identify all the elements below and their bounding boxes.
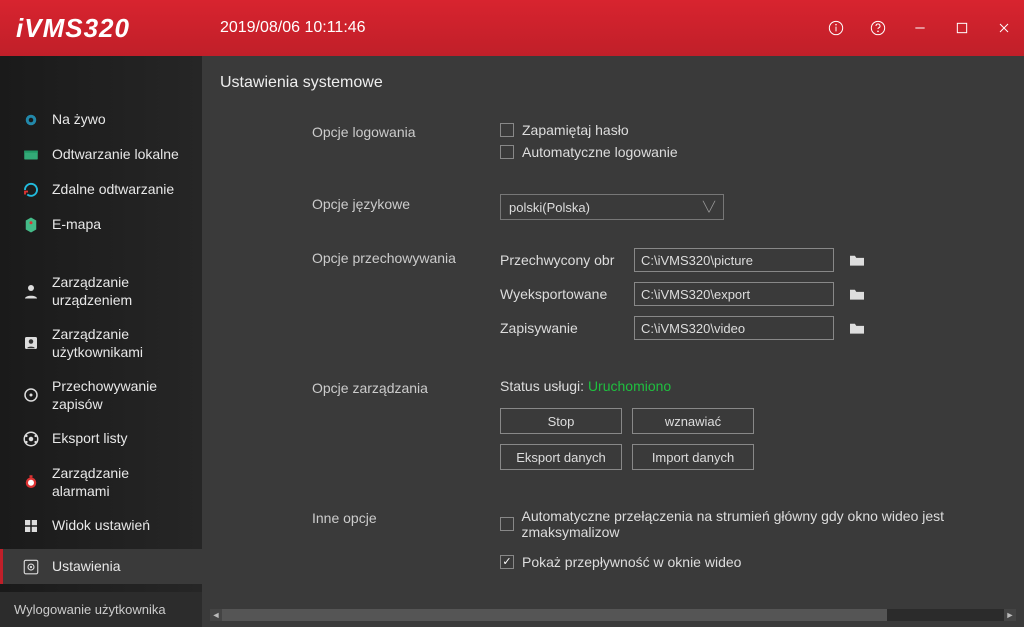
sidebar-item-label: Widok ustawień [52, 516, 150, 534]
sidebar-item-label: Przechowywanie zapisów [52, 377, 190, 413]
sidebar-item-export-list[interactable]: Eksport listy [0, 421, 202, 456]
minimize-icon[interactable] [910, 18, 930, 38]
show-bitrate-label: Pokaż przepływność w oknie wideo [522, 554, 741, 570]
captured-label: Przechwycony obr [500, 252, 620, 268]
import-data-button[interactable]: Import danych [632, 444, 754, 470]
gear-icon [22, 558, 40, 576]
close-icon[interactable] [994, 18, 1014, 38]
film-icon [22, 146, 40, 164]
language-select[interactable]: polski(Polska) ╲╱ [500, 194, 724, 220]
service-status: Status usługi: Uruchomiono [500, 378, 1024, 394]
eye-icon [22, 111, 40, 129]
scrollbar-thumb[interactable] [222, 609, 887, 621]
datetime: 2019/08/06 10:11:46 [220, 19, 366, 37]
folder-icon[interactable] [848, 321, 866, 335]
app-title: iVMS320 [16, 13, 130, 44]
page-title: Ustawienia systemowe [202, 56, 1024, 92]
sidebar-item-label: Zarządzanie alarmami [52, 464, 190, 500]
sidebar: Na żywo Odtwarzanie lokalne Zdalne odtwa… [0, 56, 202, 627]
user-icon [22, 282, 40, 300]
section-label-other: Inne opcje [312, 508, 500, 576]
logout-button[interactable]: Wylogowanie użytkownika [0, 592, 202, 627]
sidebar-item-label: Zarządzanie użytkownikami [52, 325, 190, 361]
map-icon [22, 216, 40, 234]
chevron-down-icon: ╲╱ [703, 202, 715, 213]
sidebar-item-label: Eksport listy [52, 429, 127, 447]
logout-label: Wylogowanie użytkownika [14, 602, 166, 617]
autoswitch-label: Automatyczne przełączenia na strumień gł… [522, 508, 1024, 540]
sidebar-item-device-mgmt[interactable]: Zarządzanie urządzeniem [0, 265, 202, 317]
sidebar-item-label: Zarządzanie urządzeniem [52, 273, 190, 309]
sidebar-item-local-playback[interactable]: Odtwarzanie lokalne [0, 137, 202, 172]
sidebar-item-user-mgmt[interactable]: Zarządzanie użytkownikami [0, 317, 202, 369]
sidebar-item-record-storage[interactable]: Przechowywanie zapisów [0, 369, 202, 421]
alarm-icon [22, 473, 40, 491]
record-label: Zapisywanie [500, 320, 620, 336]
exported-path-input[interactable]: C:\iVMS320\export [634, 282, 834, 306]
folder-icon[interactable] [848, 287, 866, 301]
info-icon[interactable] [826, 18, 846, 38]
section-label-language: Opcje językowe [312, 194, 500, 220]
sidebar-item-label: E-mapa [52, 215, 101, 233]
scroll-left-icon[interactable]: ◄ [210, 609, 222, 621]
stop-button[interactable]: Stop [500, 408, 622, 434]
sidebar-item-emap[interactable]: E-mapa [0, 207, 202, 242]
sidebar-item-view-settings[interactable]: Widok ustawień [0, 508, 202, 543]
section-label-manage: Opcje zarządzania [312, 378, 500, 480]
record-path-input[interactable]: C:\iVMS320\video [634, 316, 834, 340]
scroll-right-icon[interactable]: ► [1004, 609, 1016, 621]
auto-login-label: Automatyczne logowanie [522, 144, 678, 160]
language-value: polski(Polska) [509, 200, 590, 215]
grid-icon [22, 517, 40, 535]
sidebar-item-settings[interactable]: Ustawienia [0, 549, 202, 584]
exported-label: Wyeksportowane [500, 286, 620, 302]
window-controls [826, 0, 1014, 56]
main-panel: Ustawienia systemowe Opcje logowania Zap… [202, 56, 1024, 627]
refresh-icon [22, 181, 40, 199]
sidebar-item-live[interactable]: Na żywo [0, 102, 202, 137]
storage-icon [22, 386, 40, 404]
sidebar-item-alarm-mgmt[interactable]: Zarządzanie alarmami [0, 456, 202, 508]
export-icon [22, 430, 40, 448]
auto-login-checkbox[interactable] [500, 145, 514, 159]
section-label-storage: Opcje przechowywania [312, 248, 500, 350]
show-bitrate-checkbox[interactable] [500, 555, 514, 569]
sidebar-item-label: Ustawienia [52, 557, 120, 575]
folder-icon[interactable] [848, 253, 866, 267]
sidebar-item-label: Odtwarzanie lokalne [52, 145, 179, 163]
service-status-value: Uruchomiono [588, 378, 671, 394]
sidebar-item-label: Zdalne odtwarzanie [52, 180, 174, 198]
remember-password-checkbox[interactable] [500, 123, 514, 137]
export-data-button[interactable]: Eksport danych [500, 444, 622, 470]
remember-password-label: Zapamiętaj hasło [522, 122, 629, 138]
titlebar: iVMS320 2019/08/06 10:11:46 [0, 0, 1024, 56]
resume-button[interactable]: wznawiać [632, 408, 754, 434]
autoswitch-checkbox[interactable] [500, 517, 514, 531]
help-icon[interactable] [868, 18, 888, 38]
section-label-login: Opcje logowania [312, 122, 500, 166]
horizontal-scrollbar[interactable]: ◄ ► [210, 609, 1016, 621]
users-icon [22, 334, 40, 352]
maximize-icon[interactable] [952, 18, 972, 38]
sidebar-item-remote-playback[interactable]: Zdalne odtwarzanie [0, 172, 202, 207]
sidebar-item-label: Na żywo [52, 110, 106, 128]
captured-path-input[interactable]: C:\iVMS320\picture [634, 248, 834, 272]
